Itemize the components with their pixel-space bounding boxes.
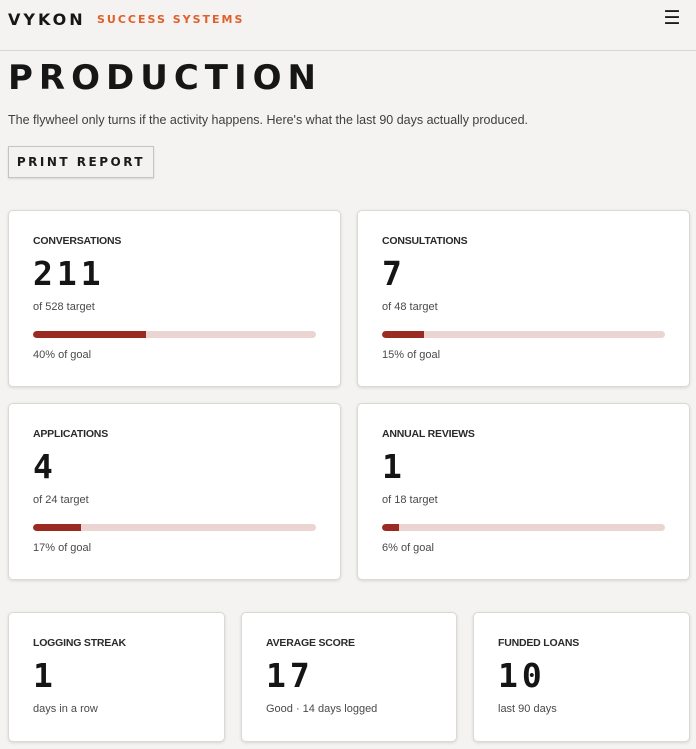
metric-value: 7 (382, 254, 406, 293)
stat-value: 1 (33, 656, 57, 695)
progress-bar (382, 524, 665, 531)
progress-bar (33, 524, 316, 531)
metric-percent: 15% of goal (382, 349, 441, 361)
metric-value: 211 (33, 254, 105, 293)
metric-percent: 17% of goal (33, 542, 92, 554)
top-bar: VYKON SUCCESS SYSTEMS ☰ (0, 0, 696, 51)
metric-percent: 40% of goal (33, 349, 92, 361)
print-report-button[interactable]: PRINT REPORT (8, 146, 154, 178)
metric-label: APPLICATIONS (33, 428, 108, 440)
metric-label: CONSULTATIONS (382, 235, 468, 247)
brand-logo[interactable]: VYKON (8, 10, 86, 29)
stat-card-average-score: AVERAGE SCORE 17 Good · 14 days logged (241, 612, 457, 742)
metric-value: 4 (33, 447, 57, 486)
metric-card-annual-reviews: ANNUAL REVIEWS 1 of 18 target 6% of goal (357, 403, 690, 580)
stat-label: FUNDED LOANS (498, 637, 580, 649)
progress-bar (33, 331, 316, 338)
metric-label: CONVERSATIONS (33, 235, 122, 247)
stat-caption: days in a row (33, 703, 98, 715)
stat-value: 17 (266, 656, 314, 695)
stat-label: AVERAGE SCORE (266, 637, 355, 649)
metric-label: ANNUAL REVIEWS (382, 428, 475, 440)
stat-card-funded-loans: FUNDED LOANS 10 last 90 days (473, 612, 690, 742)
progress-bar (382, 331, 665, 338)
metric-card-applications: APPLICATIONS 4 of 24 target 17% of goal (8, 403, 341, 580)
metric-card-consultations: CONSULTATIONS 7 of 48 target 15% of goal (357, 210, 690, 387)
stat-value: 10 (498, 656, 546, 695)
metric-target: of 528 target (33, 301, 95, 313)
progress-bar-fill (382, 524, 399, 531)
stat-caption: last 90 days (498, 703, 557, 715)
page-subtitle: The flywheel only turns if the activity … (8, 113, 529, 127)
metric-value: 1 (382, 447, 406, 486)
progress-bar-fill (33, 524, 82, 531)
stat-label: LOGGING STREAK (33, 637, 126, 649)
brand-tagline: SUCCESS SYSTEMS (97, 13, 245, 26)
page-title: PRODUCTION (8, 58, 322, 98)
progress-bar-fill (382, 331, 425, 338)
metric-target: of 24 target (33, 494, 89, 506)
stat-card-logging-streak: LOGGING STREAK 1 days in a row (8, 612, 225, 742)
metric-percent: 6% of goal (382, 542, 434, 554)
metric-target: of 18 target (382, 494, 438, 506)
metric-target: of 48 target (382, 301, 438, 313)
hamburger-menu-icon[interactable]: ☰ (662, 9, 682, 29)
progress-bar-fill (33, 331, 147, 338)
metric-card-conversations: CONVERSATIONS 211 of 528 target 40% of g… (8, 210, 341, 387)
stat-caption: Good · 14 days logged (266, 703, 378, 715)
